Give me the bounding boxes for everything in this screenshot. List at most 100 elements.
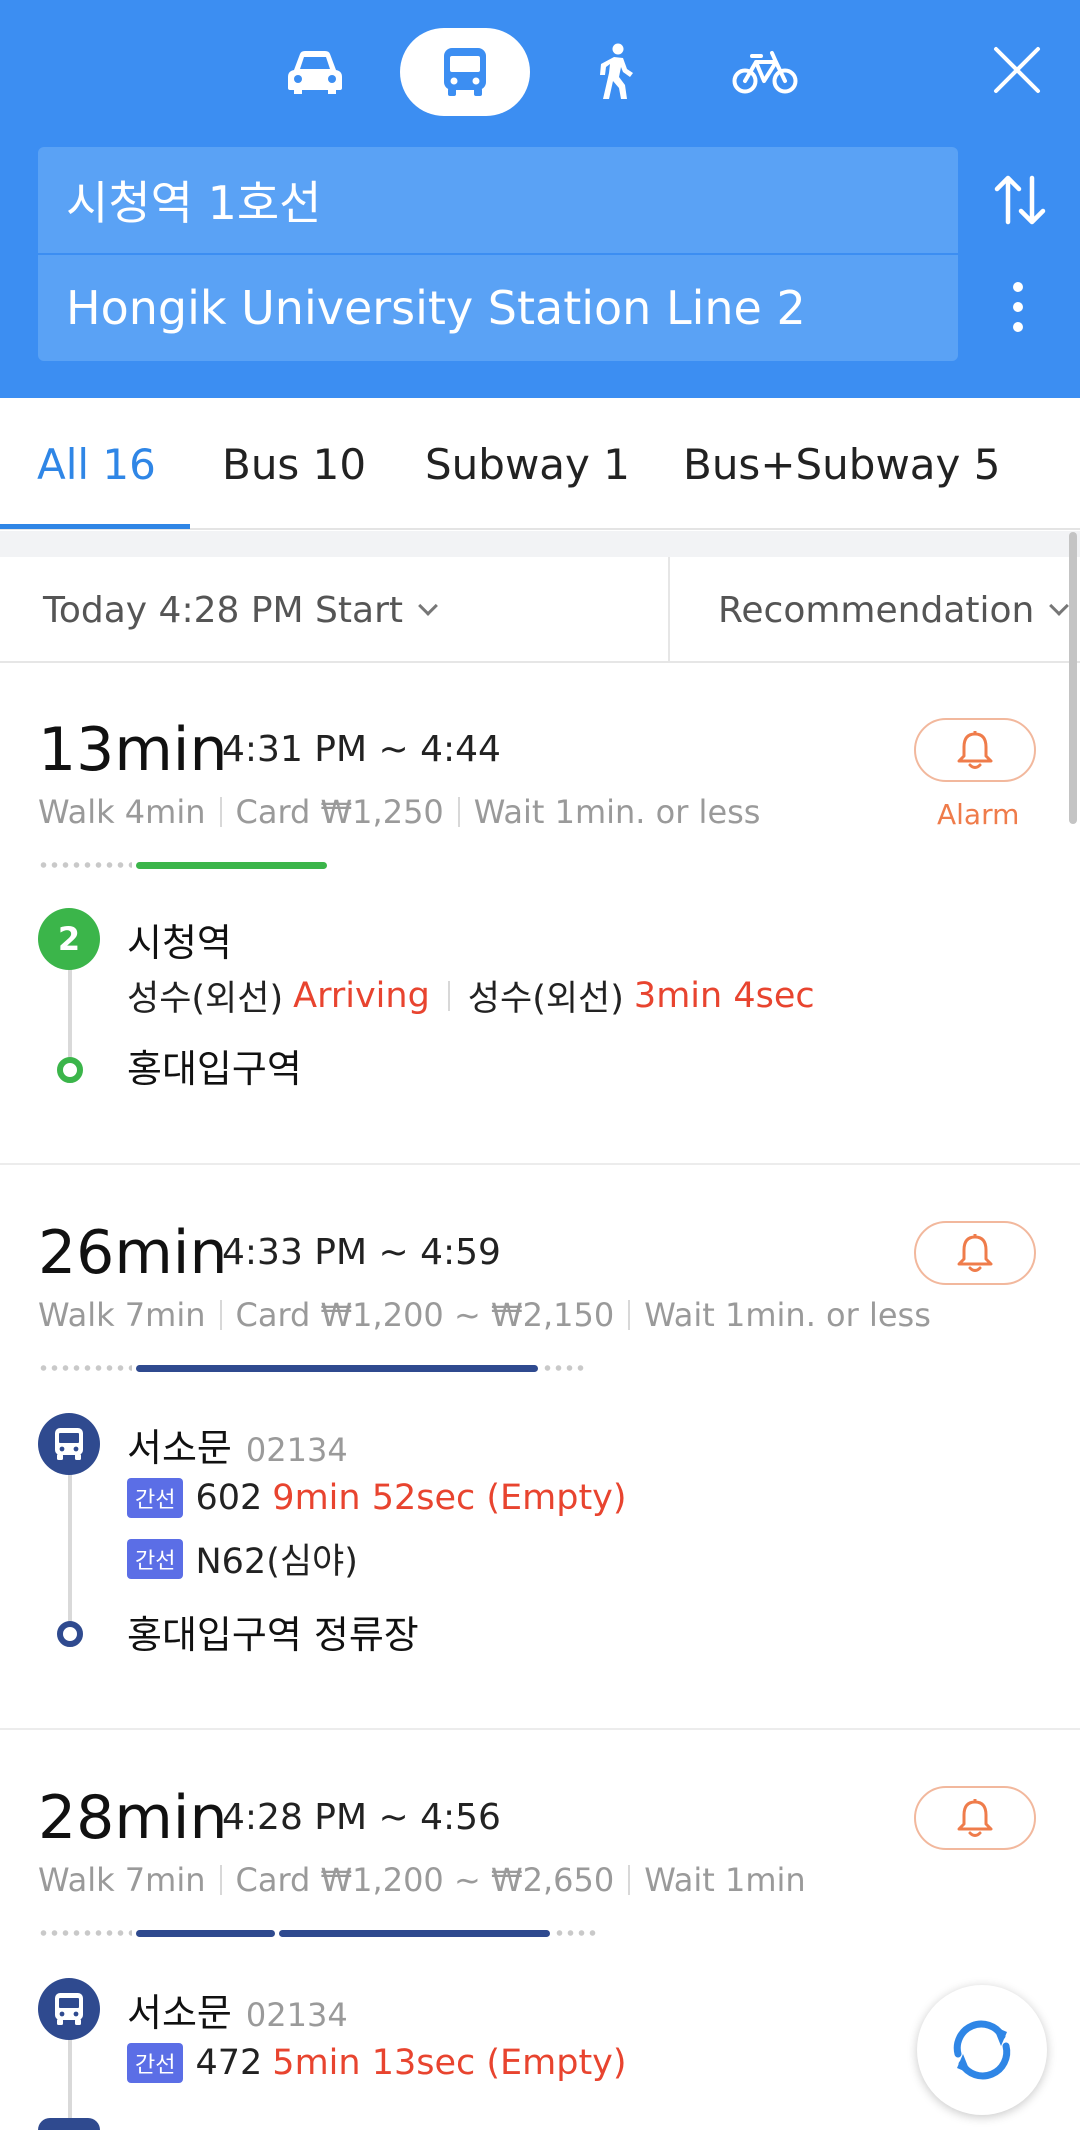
tab-bus[interactable]: Bus 10: [222, 398, 366, 530]
bus-icon: [55, 1993, 83, 2025]
alarm-button[interactable]: [914, 718, 1036, 782]
wait-time: Wait 1min: [644, 1861, 806, 1899]
alarm-button[interactable]: [914, 1786, 1036, 1850]
mode-car-tab[interactable]: [270, 28, 360, 116]
route-time: 4:28 PM ~ 4:56: [222, 1797, 501, 1838]
subway-segment: [136, 862, 327, 869]
subway-line-badge: 2: [38, 908, 100, 970]
sort-selector[interactable]: Recommendation: [718, 557, 1070, 663]
walk-segment: [542, 1365, 586, 1371]
next-stop-marker: [38, 2118, 100, 2130]
route-time: 4:33 PM ~ 4:59: [222, 1232, 501, 1273]
arrival-status: 3min 4sec: [633, 975, 815, 1016]
alight-stop: 홍대입구역: [127, 1047, 302, 1091]
more-options-button[interactable]: [998, 272, 1038, 342]
route-meta: Walk 7min Card ₩1,200 ~ ₩2,650 Wait 1min: [38, 1861, 806, 1899]
arrival-status: 5min 13sec (Empty): [272, 2043, 627, 2083]
mode-walk-tab[interactable]: [570, 28, 660, 116]
divider: [0, 1163, 1080, 1165]
tab-bus-subway[interactable]: Bus+Subway 5: [683, 398, 1000, 530]
bell-icon: [957, 1234, 993, 1272]
walk-time: Walk 7min: [38, 1861, 206, 1899]
bus-segment: [279, 1930, 550, 1937]
arrival-status: Arriving: [293, 975, 430, 1016]
bus-badge: [38, 1413, 100, 1475]
bus-number: 602: [195, 1478, 263, 1518]
tab-subway[interactable]: Subway 1: [425, 398, 630, 530]
car-icon: [288, 51, 342, 94]
dot: [1013, 282, 1023, 292]
walk-time: Walk 7min: [38, 1296, 206, 1334]
divider: [668, 557, 670, 663]
bus-type-tag: 간선: [127, 1478, 184, 1518]
chevron-down-icon: [1049, 596, 1070, 616]
bell-icon: [957, 731, 993, 769]
route-time: 4:31 PM ~ 4:44: [222, 729, 501, 770]
stop-code: 02134: [245, 1996, 348, 2034]
arrival-info: 성수(외선) Arriving 성수(외선) 3min 4sec: [127, 970, 815, 1021]
route-meta: Walk 7min Card ₩1,200 ~ ₩2,150 Wait 1min…: [38, 1296, 931, 1334]
board-stop: 시청역: [127, 921, 232, 965]
tab-all[interactable]: All 16: [37, 398, 156, 530]
scrollbar[interactable]: [1069, 532, 1077, 824]
divider: [628, 1300, 631, 1330]
origin-field[interactable]: 시청역 1호선: [38, 147, 958, 253]
route-duration: 26min: [38, 1218, 228, 1288]
board-stop: 서소문 02134: [127, 1417, 348, 1472]
route-inputs: 시청역 1호선 Hongik University Station Line 2: [38, 147, 958, 361]
bus-segment: [136, 1930, 275, 1937]
walk-segment: [38, 1365, 132, 1371]
bus-number: N62(심야): [195, 1542, 358, 1582]
arrival-status: 9min 52sec (Empty): [272, 1478, 627, 1518]
route-line: [68, 2030, 72, 2130]
dot: [1013, 302, 1023, 312]
refresh-button[interactable]: [917, 1985, 1047, 2115]
route-line: [68, 960, 72, 1070]
arrival-destination: 성수(외선): [127, 979, 284, 1019]
route-duration: 28min: [38, 1783, 228, 1853]
walk-time: Walk 4min: [38, 793, 206, 831]
arrival-destination: 성수(외선): [467, 979, 624, 1019]
board-stop-name: 서소문: [127, 1426, 232, 1470]
bus-type-tag: 간선: [127, 1538, 184, 1579]
swap-icon: [994, 175, 1046, 225]
alarm-button[interactable]: [914, 1221, 1036, 1285]
alarm-label: Alarm: [937, 798, 1020, 831]
destination-field[interactable]: Hongik University Station Line 2: [38, 255, 958, 361]
route-line: [68, 1466, 72, 1636]
bike-icon: [732, 51, 798, 94]
refresh-icon: [953, 2020, 1011, 2080]
departure-time-selector[interactable]: Today 4:28 PM Start: [43, 557, 438, 663]
alight-stop-marker: [57, 1621, 83, 1647]
mode-transit-tab[interactable]: [400, 28, 530, 116]
filter-bar: Today 4:28 PM Start Recommendation: [0, 557, 1080, 663]
active-tab-indicator: [0, 524, 190, 529]
close-icon: [994, 47, 1040, 93]
close-button[interactable]: [982, 30, 1052, 110]
divider: [447, 980, 450, 1011]
route-meta: Walk 4min Card ₩1,250 Wait 1min. or less: [38, 793, 760, 831]
divider: [0, 1728, 1080, 1730]
divider: [219, 1300, 222, 1330]
walk-segment: [38, 1930, 132, 1936]
bus-arrival: 간선 N62(심야): [127, 1533, 358, 1584]
route-type-tabs: All 16 Bus 10 Subway 1 Bus+Subway 5: [0, 398, 1080, 530]
divider: [0, 531, 1080, 557]
wait-time: Wait 1min. or less: [473, 793, 761, 831]
wait-time: Wait 1min. or less: [644, 1296, 931, 1334]
bus-type-tag: 간선: [127, 2043, 184, 2083]
walk-segment: [38, 862, 132, 868]
bus-icon: [55, 1428, 83, 1460]
swap-button[interactable]: [985, 165, 1055, 235]
board-stop: 서소문 02134: [127, 1982, 348, 2037]
bus-icon: [444, 48, 486, 96]
alight-stop-marker: [57, 1057, 83, 1083]
stop-code: 02134: [245, 1431, 348, 1469]
fare: Card ₩1,250: [235, 793, 444, 831]
mode-bike-tab[interactable]: [715, 28, 815, 116]
alight-stop: 홍대입구역 정류장: [127, 1613, 419, 1657]
sort-label: Recommendation: [718, 589, 1035, 631]
walk-segment: [554, 1930, 598, 1936]
divider: [219, 797, 222, 827]
board-stop-name: 서소문: [127, 1991, 232, 2035]
